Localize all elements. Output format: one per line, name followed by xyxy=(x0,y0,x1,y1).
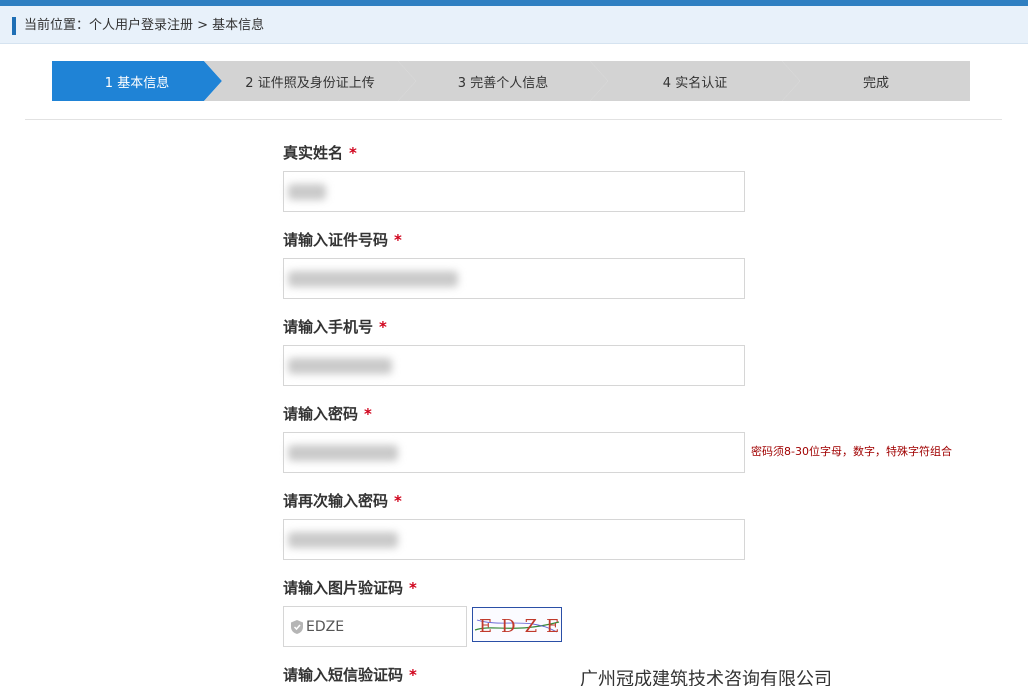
step-id-upload: 2 证件照及身份证上传 xyxy=(204,61,416,101)
redacted-value xyxy=(288,445,398,461)
redacted-value xyxy=(288,358,392,374)
name-label: 真实姓名 * xyxy=(283,144,357,162)
required-mark: * xyxy=(394,231,402,249)
id-number-input[interactable] xyxy=(283,258,745,299)
required-mark: * xyxy=(364,405,372,423)
step-complete: 完成 xyxy=(782,61,970,101)
required-mark: * xyxy=(394,492,402,510)
captcha-label: 请输入图片验证码 * xyxy=(283,579,417,597)
captcha-value: EDZE xyxy=(306,618,345,635)
password-label: 请输入密码 * xyxy=(283,405,372,423)
confirm-password-label: 请再次输入密码 * xyxy=(283,492,402,510)
captcha-image-text: EDZE xyxy=(479,616,561,637)
watermark-text: 广州冠成建筑技术咨询有限公司 xyxy=(580,669,832,686)
shield-icon xyxy=(290,619,304,635)
confirm-password-input[interactable] xyxy=(283,519,745,560)
phone-label: 请输入手机号 * xyxy=(283,318,387,336)
redacted-value xyxy=(288,184,326,200)
breadcrumb-text: 当前位置：个人用户登录注册 > 基本信息 xyxy=(24,18,265,33)
required-mark: * xyxy=(409,666,417,684)
progress-steps: 1 基本信息 2 证件照及身份证上传 3 完善个人信息 4 实名认证 完成 xyxy=(52,61,970,101)
redacted-value xyxy=(288,271,458,287)
step-real-name-auth: 4 实名认证 xyxy=(590,61,800,101)
password-hint: 密码须8-30位字母，数字，特殊字符组合 xyxy=(751,445,952,458)
captcha-image[interactable]: EDZE xyxy=(472,607,562,642)
breadcrumb-marker xyxy=(12,17,16,35)
divider xyxy=(25,119,1002,120)
step-personal-info: 3 完善个人信息 xyxy=(398,61,608,101)
required-mark: * xyxy=(349,144,357,162)
breadcrumb: 当前位置：个人用户登录注册 > 基本信息 xyxy=(0,6,1028,44)
id-number-label: 请输入证件号码 * xyxy=(283,231,402,249)
sms-code-label: 请输入短信验证码 * xyxy=(283,666,417,684)
phone-input[interactable] xyxy=(283,345,745,386)
required-mark: * xyxy=(379,318,387,336)
name-input[interactable] xyxy=(283,171,745,212)
redacted-value xyxy=(288,532,398,548)
step-basic-info: 1 基本信息 xyxy=(52,61,222,101)
captcha-input[interactable]: EDZE xyxy=(283,606,467,647)
password-input[interactable] xyxy=(283,432,745,473)
required-mark: * xyxy=(409,579,417,597)
